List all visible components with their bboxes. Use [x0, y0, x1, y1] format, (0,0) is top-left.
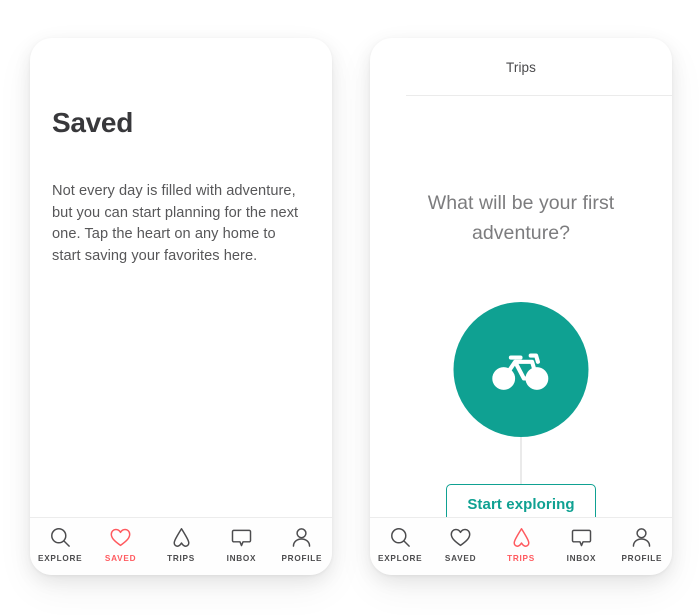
bicycle-badge — [453, 302, 589, 437]
trips-header: Trips — [370, 38, 672, 96]
trips-header-title: Trips — [506, 59, 536, 75]
tab-saved[interactable]: SAVED — [90, 526, 150, 563]
tab-trips-label: TRIPS — [507, 554, 535, 563]
saved-empty-state-description: Not every day is filled with adventure, … — [52, 183, 299, 264]
tab-trips[interactable]: TRIPS — [491, 526, 551, 563]
tab-explore[interactable]: EXPLORE — [30, 526, 90, 563]
tab-inbox[interactable]: INBOX — [211, 526, 271, 563]
speech-bubble-icon — [230, 526, 253, 549]
trips-empty-state-question: What will be your first adventure? — [427, 192, 615, 244]
tab-inbox-label: INBOX — [566, 554, 597, 563]
trips-screen-card: Trips What will be your first adventure? — [370, 38, 672, 575]
saved-screen-content: Saved Not every day is filled with adven… — [30, 38, 332, 517]
person-icon — [290, 526, 313, 549]
saved-tabbar: EXPLORE SAVED TRIPS INBOX PROFILE — [30, 517, 332, 575]
bicycle-icon — [490, 348, 552, 392]
tab-saved-label: SAVED — [104, 554, 137, 563]
belo-icon — [170, 526, 193, 549]
speech-bubble-icon — [570, 526, 593, 549]
tab-trips-label: TRIPS — [167, 554, 195, 563]
tab-saved[interactable]: SAVED — [430, 526, 490, 563]
search-icon — [49, 526, 72, 549]
tab-profile[interactable]: PROFILE — [612, 526, 672, 563]
saved-screen-card: Saved Not every day is filled with adven… — [30, 38, 332, 575]
heart-icon — [109, 526, 132, 549]
tab-profile[interactable]: PROFILE — [272, 526, 332, 563]
screenshot-canvas: Saved Not every day is filled with adven… — [0, 0, 700, 615]
tab-trips[interactable]: TRIPS — [151, 526, 211, 563]
tab-explore[interactable]: EXPLORE — [370, 526, 430, 563]
tab-explore-label: EXPLORE — [38, 554, 83, 563]
tab-saved-label: SAVED — [444, 554, 477, 563]
trips-tabbar: EXPLORE SAVED TRIPS INBOX PROFILE — [370, 517, 672, 575]
tab-profile-label: PROFILE — [621, 554, 663, 563]
tab-explore-label: EXPLORE — [378, 554, 423, 563]
tab-inbox-label: INBOX — [226, 554, 257, 563]
tab-profile-label: PROFILE — [281, 554, 323, 563]
person-icon — [630, 526, 653, 549]
search-icon — [389, 526, 412, 549]
tab-inbox[interactable]: INBOX — [551, 526, 611, 563]
trips-screen-content: What will be your first adventure? Start… — [370, 96, 672, 517]
cta-container: Start exploring — [370, 484, 672, 517]
belo-icon — [510, 526, 533, 549]
heart-icon — [449, 526, 472, 549]
start-exploring-button[interactable]: Start exploring — [446, 484, 596, 517]
page-title: Saved — [52, 107, 133, 138]
